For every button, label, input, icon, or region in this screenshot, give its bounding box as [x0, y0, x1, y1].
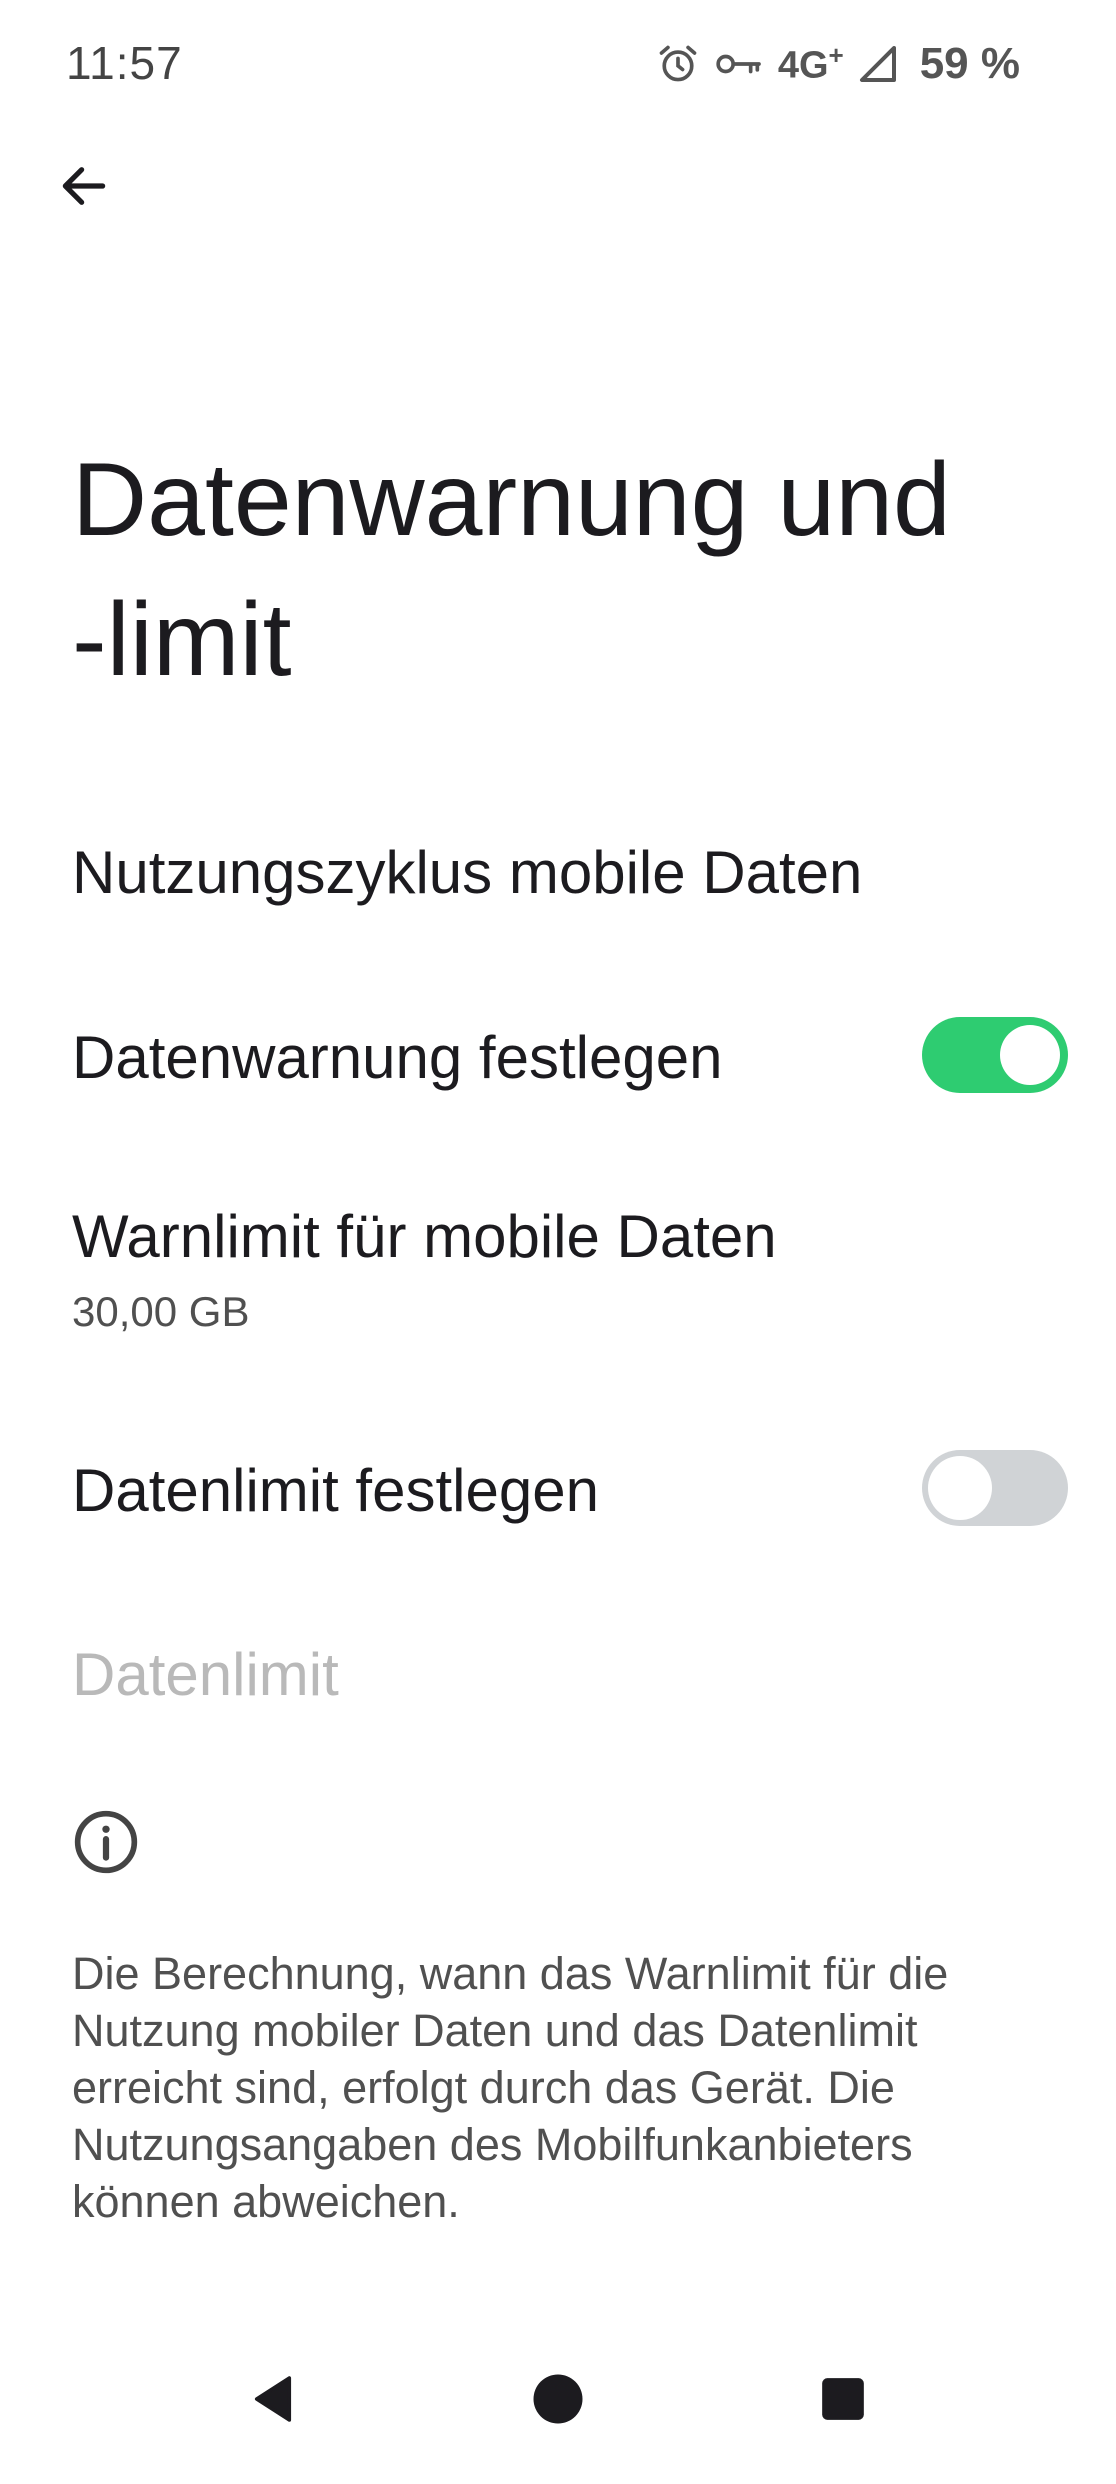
page-title-line1: Datenwarnung und [72, 442, 951, 558]
data-limit-row: Datenlimit [0, 1592, 1116, 1752]
nav-back-button[interactable] [228, 2354, 318, 2444]
nav-recents-button[interactable] [798, 2354, 888, 2444]
warning-limit-value: 30,00 GB [72, 1288, 250, 1335]
back-button[interactable] [48, 150, 120, 222]
battery-percent: 59 % [919, 39, 1020, 88]
switch-knob [928, 1456, 992, 1520]
status-icons: 4G+ 59 % [656, 36, 1020, 92]
back-triangle-icon [254, 2376, 292, 2422]
network-plus: + [828, 40, 844, 71]
alarm-icon [656, 42, 700, 86]
recents-square-icon [822, 2378, 864, 2420]
info-text: Die Berechnung, wann das Warnlimit für d… [72, 1948, 949, 2227]
data-limit-toggle-label: Datenlimit festlegen [72, 1457, 599, 1524]
data-limit-toggle-row[interactable]: Datenlimit festlegen [0, 1408, 1116, 1568]
usage-cycle-label: Nutzungszyklus mobile Daten [72, 839, 863, 906]
data-warning-row[interactable]: Datenwarnung festlegen [0, 975, 1116, 1135]
switch-knob [1000, 1025, 1060, 1085]
vpn-key-icon [714, 46, 764, 82]
usage-cycle-row[interactable]: Nutzungszyklus mobile Daten [0, 790, 1116, 950]
status-time: 11:57 [66, 37, 183, 89]
page-title-line2: -limit [72, 582, 292, 698]
data-warning-switch[interactable] [922, 1017, 1068, 1093]
network-type: 4G+ [778, 40, 844, 88]
data-warning-label: Datenwarnung festlegen [72, 1024, 723, 1091]
nav-home-button[interactable] [513, 2354, 603, 2444]
status-bar: 11:57 4G+ 59 % [0, 0, 1116, 130]
warning-limit-label: Warnlimit für mobile Daten [72, 1203, 777, 1270]
page-title: Datenwarnung und -limit [72, 430, 1052, 710]
data-limit-switch[interactable] [922, 1450, 1068, 1526]
navigation-bar [0, 2314, 1116, 2484]
arrow-back-icon [62, 167, 106, 205]
info-icon [74, 1810, 138, 1874]
warning-limit-row[interactable]: Warnlimit für mobile Daten 30,00 GB [0, 1160, 1116, 1360]
network-label: 4G [777, 44, 829, 87]
data-limit-label: Datenlimit [72, 1641, 339, 1708]
home-circle-icon [533, 2374, 583, 2424]
signal-icon [858, 44, 898, 84]
